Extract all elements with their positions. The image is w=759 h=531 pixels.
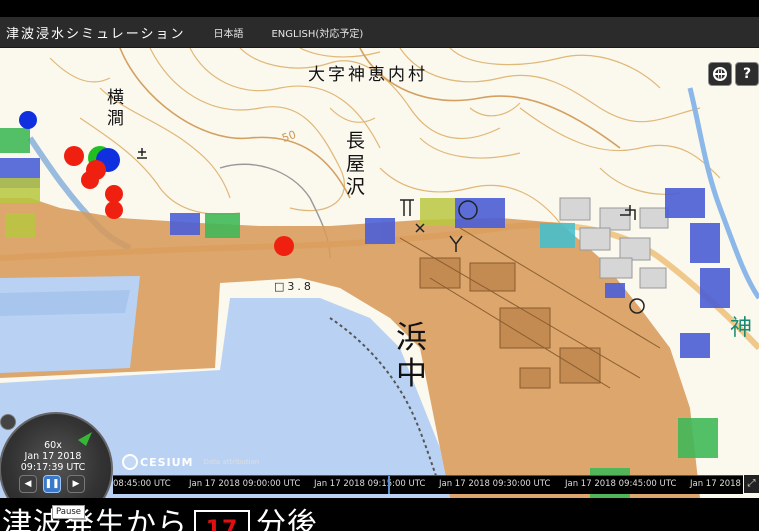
timeline-tick-label: Jan 17 2018 09:15:00 UTC (314, 479, 426, 489)
cesium-logo-text: CESIUM (140, 455, 194, 469)
fullscreen-button[interactable]: ⤢ (744, 475, 759, 493)
elapsed-suffix: 分後 (256, 507, 318, 531)
elapsed-minutes-box: 17 (194, 510, 250, 531)
label-yokoma: 横澗 (107, 88, 124, 129)
nav-english-link[interactable]: ENGLISH(対応予定) (271, 25, 363, 40)
subtitle-bar: 津波発生から 17 分後 (0, 498, 759, 531)
navbar: 津波浸水シミュレーション 日本語 ENGLISH(対応予定) (0, 17, 759, 48)
shuttle-ring-button[interactable] (0, 414, 16, 430)
geocoder-button[interactable] (708, 62, 732, 86)
play-reverse-button[interactable]: ◀ (19, 475, 37, 493)
elapsed-caption: 津波発生から 17 分後 (2, 510, 318, 531)
timeline-tick-label: Jan 17 2018 09:00:00 UTC (189, 479, 301, 489)
timeline-needle[interactable] (388, 476, 390, 494)
pause-button[interactable]: ❚❚ (43, 475, 61, 493)
triangle-left-icon: ◀ (24, 479, 32, 489)
timeline-tick-label: Jan 17 2018 09:45:00 UTC (565, 479, 677, 489)
timeline[interactable]: 08:45:00 UTC Jan 17 2018 09:00:00 UTC Ja… (113, 475, 759, 494)
timeline-tick-label: 08:45:00 UTC (113, 479, 171, 489)
cesium-credit: CESIUM Data attribution (122, 454, 259, 470)
timeline-tick-label: Jan 17 2018 09:30:00 UTC (439, 479, 551, 489)
elapsed-prefix: 津波発生から (2, 507, 188, 531)
data-attribution-link[interactable]: Data attribution (203, 458, 259, 466)
nav-japanese-link[interactable]: 日本語 (213, 25, 243, 40)
triangle-right-icon: ▶ (72, 479, 80, 489)
label-benchmark: □3.8 (274, 280, 314, 293)
fullscreen-icon: ⤢ (747, 478, 756, 489)
window-top-strip (0, 0, 759, 17)
play-button[interactable]: ▶ (67, 475, 85, 493)
help-button[interactable]: ? (735, 62, 759, 86)
pause-tooltip: Pause (52, 505, 85, 519)
help-icon: ? (742, 66, 752, 82)
cesium-logo-icon (122, 454, 138, 470)
label-hamanaka: 浜中 (396, 320, 427, 392)
elapsed-minutes: 17 (205, 517, 239, 531)
pause-icon: ❚❚ (44, 479, 60, 489)
label-kamui: 神 (730, 316, 753, 341)
label-nagayasawa: 長屋沢 (346, 130, 366, 198)
label-village: 大字神恵内村 (308, 65, 428, 85)
app-title: 津波浸水シミュレーション (6, 26, 186, 42)
globe-icon (713, 67, 727, 81)
